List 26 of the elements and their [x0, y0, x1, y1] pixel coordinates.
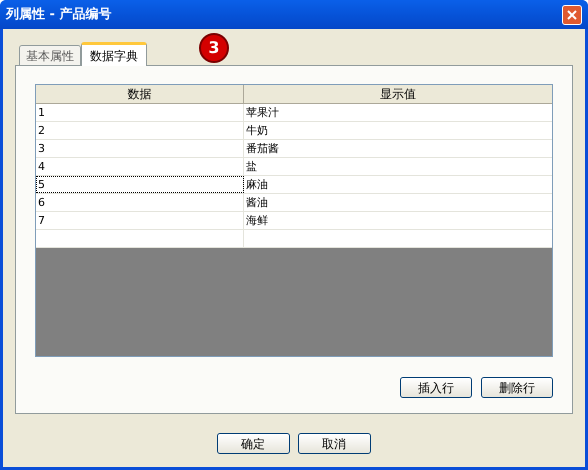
column-header: 数据 [36, 85, 244, 103]
tab[interactable]: 基本属性 [19, 45, 81, 65]
table-cell-text: 番茄酱 [245, 141, 280, 157]
close-icon [567, 10, 577, 20]
table-cell: 2 [36, 122, 244, 139]
column-header: 显示值 [379, 86, 417, 103]
table-cell: 3 [36, 140, 244, 157]
close-button[interactable] [562, 4, 582, 24]
table-cell: 4 [36, 158, 244, 175]
table-cell: 1 [36, 104, 244, 121]
table-cell: 5 [36, 176, 244, 193]
table-cell-text: 苹果汁 [245, 105, 280, 121]
table-cell-text: 酱油 [245, 195, 269, 211]
table-cell: 6 [36, 194, 244, 211]
table-cell-text: 麻油 [245, 177, 269, 193]
table-cell-text: 牛奶 [245, 123, 269, 139]
tab[interactable]: 数据字典 [81, 42, 147, 66]
dialog-button[interactable]: 删除行 [481, 377, 553, 398]
window-title: 列属性 - 产品编号 [6, 6, 112, 24]
dialog-button[interactable]: 确定 [216, 433, 290, 454]
table-cell: 7 [36, 212, 244, 229]
dialog-button[interactable]: 取消 [298, 433, 370, 454]
dialog-button[interactable]: 插入行 [400, 377, 472, 398]
step-badge: 3 [199, 33, 229, 63]
table-cell-text: 海鲜 [245, 213, 269, 229]
table-cell-text: 盐 [245, 159, 258, 175]
